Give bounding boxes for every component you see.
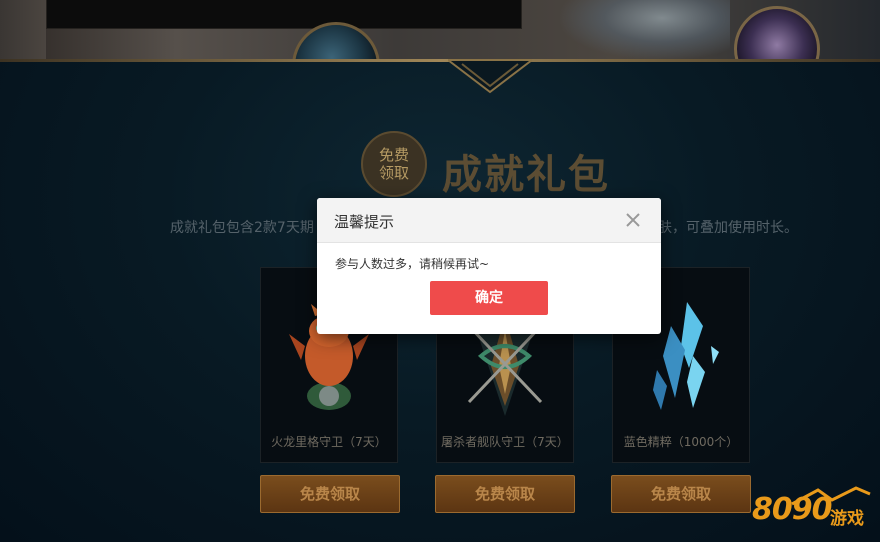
reward-name: 屠杀者舰队守卫（7天） [441,435,569,449]
dialog-title: 温馨提示 [334,213,395,231]
section-title: 成就礼包 [442,152,610,198]
banner-champion-art [560,0,730,60]
claim-button[interactable]: 免费领取 [611,475,751,513]
site-watermark-logo: 8090 游戏 [752,484,876,538]
top-banner [0,0,880,60]
section-description-right: 肤，可叠加使用时长。 [658,220,798,236]
gold-divider [0,59,880,62]
reward-name: 火龙里格守卫（7天） [271,435,387,449]
reward-name: 蓝色精粹（1000个） [623,435,739,449]
claim-button[interactable]: 免费领取 [260,475,400,513]
confirm-button[interactable]: 确定 [430,281,548,315]
badge-line-1: 免费 [378,146,409,164]
badge-line-2: 领取 [378,164,409,182]
section-description-left: 成就礼包包含2款7天期 [170,220,314,236]
dialog-header: 温馨提示 [317,198,661,243]
chevron-down-icon [448,58,532,98]
claim-button[interactable]: 免费领取 [435,475,575,513]
dialog-message: 参与人数过多，请稍候再试~ [335,257,490,271]
watermark-digits: 8090 [752,492,832,527]
banner-video-frame [46,0,522,29]
close-icon[interactable] [623,210,643,230]
watermark-text: 游戏 [830,509,864,529]
notice-dialog: 温馨提示 参与人数过多，请稍候再试~ 确定 [317,198,661,334]
free-claim-badge: 免费 领取 [361,131,427,197]
banner-left-shade [0,0,46,60]
banner-orb-purple-icon [734,6,820,60]
